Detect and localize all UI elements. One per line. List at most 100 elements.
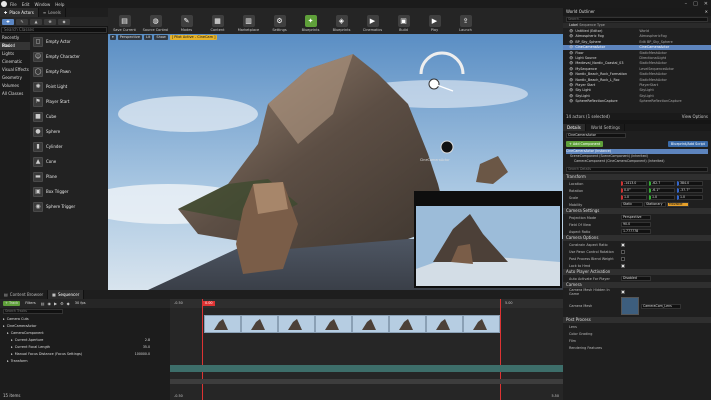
mode-place[interactable]: ✚	[2, 18, 14, 25]
transform-y-field[interactable]: 1.0	[649, 195, 675, 200]
tab-sequencer[interactable]: ▦ Sequencer	[48, 290, 85, 299]
place-item[interactable]: ✺ Point Light	[30, 79, 108, 94]
camera-icon[interactable]: ◉	[48, 301, 52, 306]
place-item[interactable]: ● Sphere	[30, 124, 108, 139]
visibility-eye-icon[interactable]: 👁	[569, 51, 573, 55]
close-button[interactable]: ✕	[704, 1, 708, 7]
viewport-options-button[interactable]: ▾	[110, 35, 116, 40]
mobility-static[interactable]: Static	[621, 202, 643, 207]
fps-select[interactable]: 30 fps	[72, 301, 88, 306]
blueprint-script-button[interactable]: Blueprint/Add Script	[667, 141, 708, 147]
track-value[interactable]: 35.0	[143, 345, 150, 349]
place-item[interactable]: ▮ Cylinder	[30, 139, 108, 154]
auto-player-select[interactable]: Disabled	[621, 276, 651, 281]
transform-y-field[interactable]: -62.7	[649, 181, 675, 186]
place-item[interactable]: ◉ Sphere Trigger	[30, 199, 108, 214]
track-row[interactable]: ▸ Current Aperture 2.8	[0, 336, 170, 343]
expand-arrow-icon[interactable]: ▸	[7, 359, 9, 363]
expand-arrow-icon[interactable]: ▸	[11, 345, 13, 349]
visibility-eye-icon[interactable]: 👁	[569, 88, 573, 92]
transform-x-field[interactable]: 1.0	[621, 195, 647, 200]
toolbar-launch-button[interactable]: ⇪ Launch	[453, 10, 478, 32]
camera-mesh-hidden-checkbox[interactable]	[621, 289, 625, 294]
tab-place-actors[interactable]: ✚ Place Actors	[0, 8, 39, 17]
pilot-indicator[interactable]: [ Pilot Active - CineCam ]	[169, 35, 218, 40]
focus-track[interactable]	[170, 379, 563, 384]
camera-setting-field[interactable]: 1.777778	[621, 229, 651, 234]
visibility-eye-icon[interactable]: 👁	[569, 94, 573, 98]
camera-gizmo-icon[interactable]	[440, 140, 454, 154]
show-button[interactable]: Show	[154, 35, 168, 40]
track-row[interactable]: ▸ Camera Cuts	[0, 315, 170, 322]
transform-z-field[interactable]: -37.7°	[677, 188, 703, 193]
track-row[interactable]: ▸ Current Focal Length 35.0	[0, 343, 170, 350]
category-all-classes[interactable]: All Classes	[0, 90, 30, 98]
track-value[interactable]: 2.8	[145, 338, 150, 342]
place-item[interactable]: ◯ Empty Pawn	[30, 64, 108, 79]
place-item[interactable]: ▬ Plane	[30, 169, 108, 184]
settings-icon[interactable]: ⚙	[60, 301, 64, 306]
visibility-eye-icon[interactable]: 👁	[569, 56, 573, 60]
toolbar-content-button[interactable]: ▦ Content	[205, 10, 230, 32]
mode-landscape[interactable]: ▲	[30, 18, 42, 25]
add-component-button[interactable]: + Add Component	[566, 141, 604, 147]
component-item[interactable]: CameraComponent (CineCameraComponent) (I…	[566, 159, 708, 164]
visibility-eye-icon[interactable]: 👁	[569, 67, 573, 71]
menu-edit[interactable]: Edit	[22, 2, 30, 7]
expand-arrow-icon[interactable]: ▸	[3, 324, 5, 328]
menu-help[interactable]: Help	[55, 2, 64, 7]
mode-paint[interactable]: ✎	[16, 18, 28, 25]
lit-button[interactable]: Lit	[144, 35, 153, 40]
mobility-stationary[interactable]: Stationary	[644, 202, 666, 207]
film-row[interactable]: Film	[563, 337, 711, 344]
transform-x-field[interactable]: 0.0°	[621, 188, 647, 193]
toolbar-marketplace-button[interactable]: ▥ Marketplace	[236, 10, 261, 32]
tab-details[interactable]: Details	[563, 124, 586, 131]
transform-keyframe-track[interactable]	[170, 365, 563, 372]
toolbar-modes-button[interactable]: ✎ Modes	[174, 10, 199, 32]
playhead[interactable]	[202, 299, 203, 400]
track-row[interactable]: ▸ Transform	[0, 357, 170, 364]
track-row[interactable]: ▸ Manual Focus Distance (Focus Settings) 1…	[0, 350, 170, 357]
expand-arrow-icon[interactable]: ▸	[11, 352, 13, 356]
add-track-button[interactable]: + Track	[3, 301, 21, 306]
place-item[interactable]: ▲ Cone	[30, 154, 108, 169]
minimize-button[interactable]: –	[685, 1, 688, 7]
end-marker[interactable]	[500, 299, 501, 400]
visibility-eye-icon[interactable]: 👁	[569, 99, 573, 103]
visibility-eye-icon[interactable]: 👁	[569, 83, 573, 87]
outliner-row[interactable]: 👁 SphereReflectionCapture SphereReflection…	[563, 98, 711, 103]
visibility-eye-icon[interactable]: 👁	[569, 61, 573, 65]
toolbar-source-control-button[interactable]: ◍ Source Control	[143, 10, 168, 32]
tab-world-settings[interactable]: World Settings	[587, 124, 626, 131]
close-icon[interactable]: ✕	[705, 8, 708, 16]
place-item[interactable]: ▣ Box Trigger	[30, 184, 108, 199]
outliner-search-input[interactable]: Search...	[566, 17, 708, 22]
visibility-eye-icon[interactable]: 👁	[569, 72, 573, 76]
toolbar-settings-button[interactable]: ⚙ Settings	[267, 10, 292, 32]
camera-mesh-select[interactable]: CameraCom_Lens	[641, 303, 681, 309]
level-viewport[interactable]	[108, 34, 563, 290]
maximize-button[interactable]: □	[693, 1, 698, 7]
category-lights[interactable]: Lights	[0, 50, 30, 58]
menu-window[interactable]: Window	[34, 2, 50, 7]
visibility-eye-icon[interactable]: 👁	[569, 40, 573, 44]
category-volumes[interactable]: Volumes	[0, 82, 30, 90]
toolbar-cinematics-button[interactable]: ▶ Cinematics	[360, 10, 385, 32]
search-details-input[interactable]: Search Details	[566, 167, 708, 172]
toolbar-blueprints-button[interactable]: ✦ Blueprints	[298, 10, 323, 32]
toolbar-save-current-button[interactable]: ▤ Save Current	[112, 10, 137, 32]
visibility-eye-icon[interactable]: 👁	[569, 29, 573, 33]
save-icon[interactable]: ▤	[41, 301, 45, 306]
tab-levels[interactable]: ≡ Levels	[39, 8, 66, 17]
filters-button[interactable]: Filters	[23, 301, 38, 306]
camera-cut-section[interactable]	[204, 315, 500, 333]
expand-arrow-icon[interactable]: ▸	[7, 331, 9, 335]
keyframe-icon[interactable]: ◆	[67, 301, 70, 306]
toolbar-play-button[interactable]: ▶ Play	[422, 10, 447, 32]
lens-row[interactable]: Lens	[563, 323, 711, 330]
mode-foliage[interactable]: ❀	[44, 18, 56, 25]
visibility-eye-icon[interactable]: 👁	[569, 45, 573, 49]
perspective-button[interactable]: Perspective	[117, 35, 143, 40]
toolbar-blueprints-button[interactable]: ◈ Blueprints	[329, 10, 354, 32]
